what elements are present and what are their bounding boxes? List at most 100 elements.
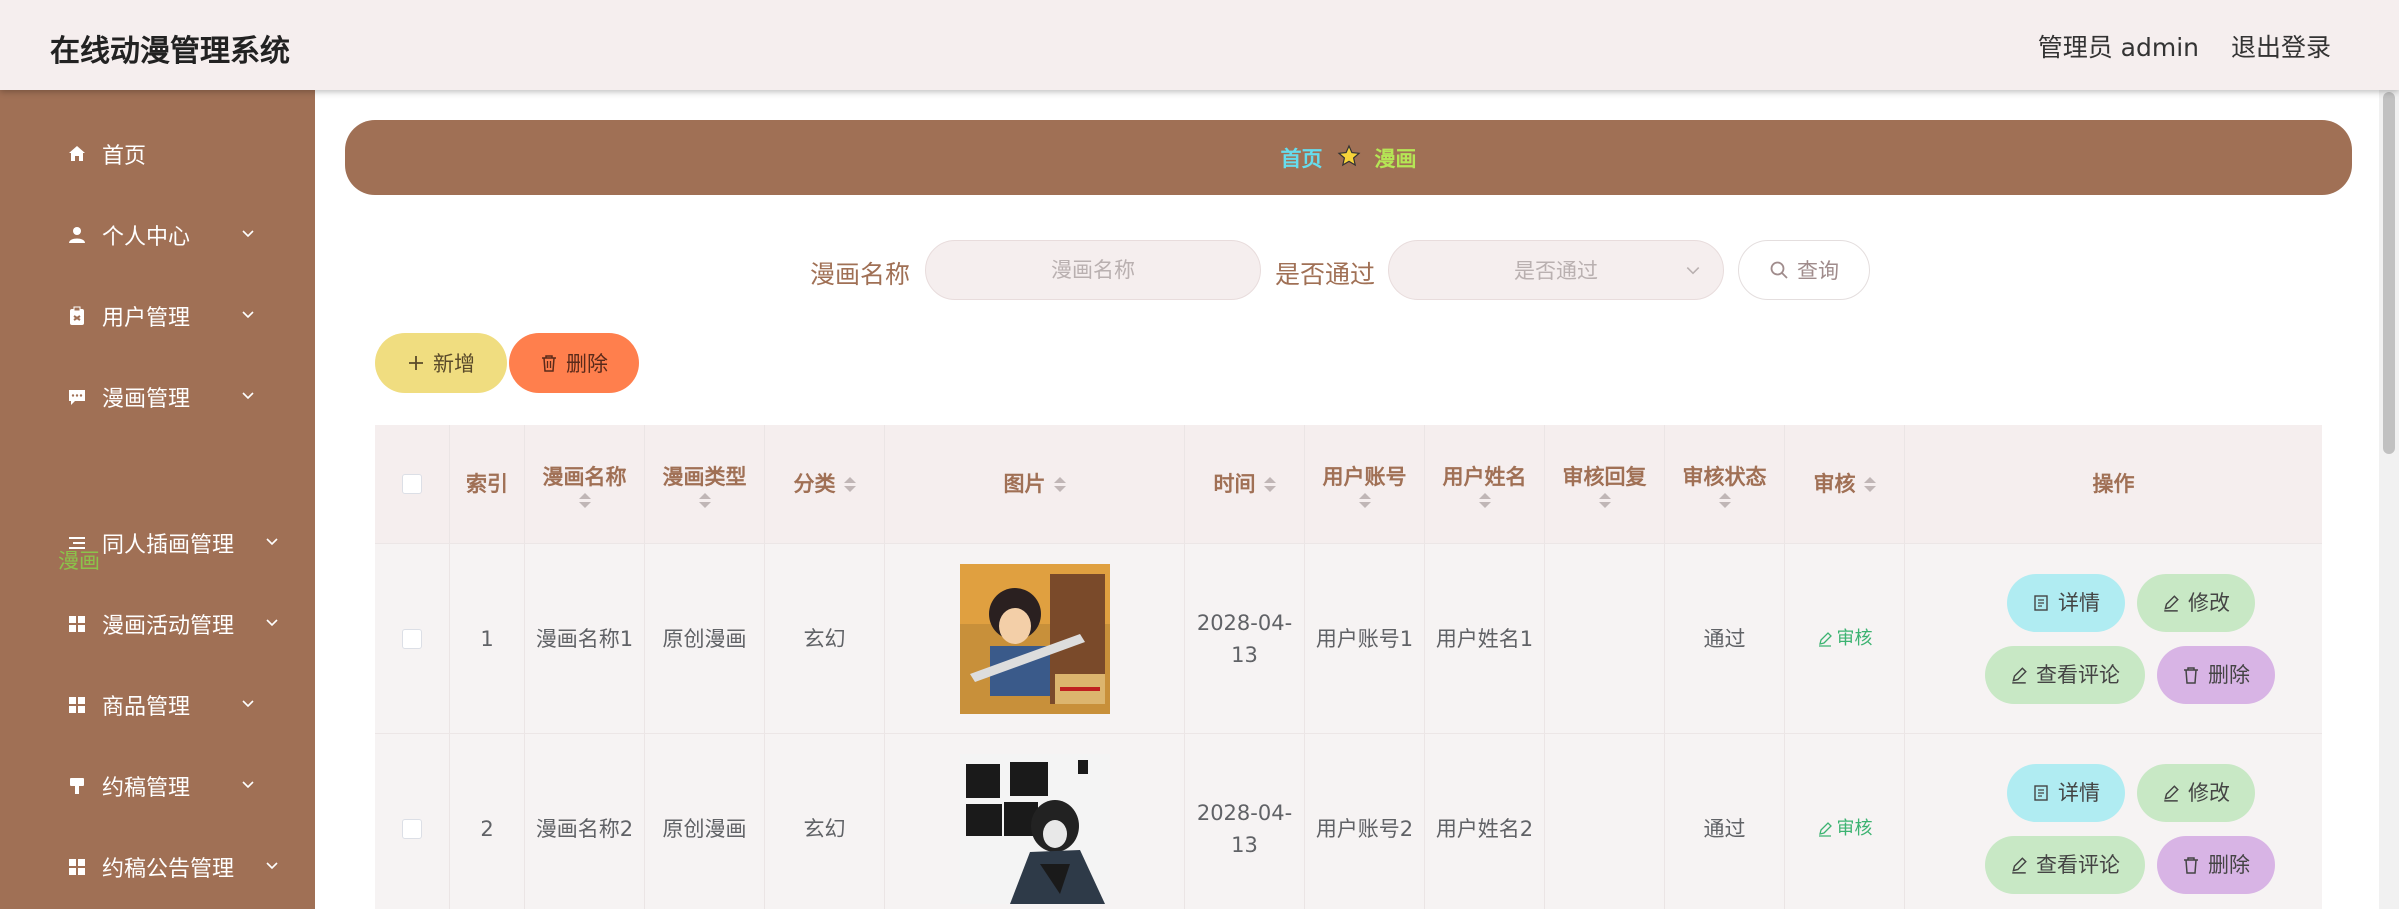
header-account[interactable]: 用户账号	[1305, 425, 1425, 543]
pen-icon	[1818, 821, 1832, 837]
header-comic-name[interactable]: 漫画名称	[525, 425, 645, 543]
sidebar-item-comics[interactable]: 漫画管理	[0, 367, 315, 427]
pen-icon	[2164, 595, 2179, 612]
chat-icon	[66, 386, 88, 408]
pass-select[interactable]: 是否通过	[1388, 240, 1724, 300]
comment-label: 查看评论	[2036, 663, 2120, 687]
audit-link[interactable]: 审核	[1817, 813, 1873, 845]
user-icon	[66, 224, 88, 246]
sort-icon[interactable]	[1263, 476, 1276, 492]
sidebar-item-fan-art[interactable]: 同人插画管理	[0, 513, 315, 573]
pen-icon	[1818, 631, 1832, 647]
grid-icon	[66, 856, 88, 878]
header-audit-status[interactable]: 审核状态	[1665, 425, 1785, 543]
breadcrumb-home[interactable]: 首页	[1281, 143, 1323, 173]
sidebar: 首页 个人中心 用户管理 漫画管理 漫画 同人插画管理 漫画活动管理 商品管理 …	[0, 90, 315, 909]
batch-delete-button[interactable]: 删除	[509, 333, 639, 393]
sort-icon[interactable]	[698, 492, 711, 508]
top-header: 在线动漫管理系统 管理员 admin 退出登录	[0, 0, 2399, 90]
sort-icon[interactable]	[843, 476, 856, 492]
audit-label: 审核	[1836, 627, 1873, 649]
sort-icon[interactable]	[578, 492, 591, 508]
grid-icon	[66, 613, 88, 635]
pen-icon	[2164, 785, 2179, 802]
cell-image	[885, 544, 1185, 733]
table-header: 索引 漫画名称 漫画类型 分类 图片 时间 用户账号 用户姓名 审核回复 审核状…	[375, 425, 2322, 543]
chevron-down-icon	[266, 538, 278, 546]
logout-link[interactable]: 退出登录	[2231, 28, 2331, 64]
sidebar-item-label: 约稿管理	[102, 776, 191, 801]
sidebar-item-label: 漫画管理	[102, 387, 191, 412]
trash-icon	[2184, 667, 2198, 684]
header-label: 分类	[793, 472, 836, 496]
view-comments-button[interactable]: 查看评论	[1985, 836, 2145, 894]
sidebar-item-personal[interactable]: 个人中心	[0, 205, 315, 265]
add-button[interactable]: 新增	[375, 333, 507, 393]
sort-icon[interactable]	[1358, 492, 1371, 508]
chevron-down-icon	[242, 230, 254, 238]
header-label: 漫画类型	[662, 464, 747, 489]
sidebar-item-home[interactable]: 首页	[0, 124, 315, 184]
sort-icon[interactable]	[1598, 492, 1611, 508]
header-username[interactable]: 用户姓名	[1425, 425, 1545, 543]
cell-index: 1	[450, 544, 525, 733]
header-operations: 操作	[1905, 425, 2322, 543]
sidebar-item-users[interactable]: 用户管理	[0, 286, 315, 346]
scrollbar-thumb[interactable]	[2383, 92, 2395, 454]
header-label: 审核状态	[1682, 464, 1767, 489]
sidebar-item-commission-notices[interactable]: 约稿公告管理	[0, 837, 315, 897]
comic-cover-image[interactable]	[959, 753, 1110, 904]
detail-label: 详情	[2058, 781, 2100, 805]
sidebar-item-label: 约稿公告管理	[102, 857, 235, 882]
sort-icon[interactable]	[1863, 476, 1876, 492]
brush-icon	[66, 775, 88, 797]
comic-cover-image[interactable]	[959, 563, 1110, 714]
cell-text: 漫画名称1	[535, 626, 634, 651]
header-label: 索引	[466, 472, 508, 496]
sidebar-item-commissions[interactable]: 约稿管理	[0, 756, 315, 816]
cell-account: 用户账号1	[1305, 544, 1425, 733]
row-checkbox[interactable]	[402, 818, 422, 839]
sort-icon[interactable]	[1718, 492, 1731, 508]
header-label: 图片	[1003, 472, 1046, 496]
header-comic-type[interactable]: 漫画类型	[645, 425, 765, 543]
cell-text: 用户账号1	[1315, 626, 1414, 651]
pen-icon	[2012, 857, 2027, 874]
sidebar-item-label: 首页	[102, 144, 147, 169]
plus-icon	[409, 356, 423, 370]
sidebar-item-label: 用户管理	[102, 306, 191, 331]
edit-button[interactable]: 修改	[2137, 574, 2255, 632]
current-user: 管理员 admin	[2037, 33, 2199, 62]
table-row: 2 漫画名称2 原创漫画 玄幻 2028-04-13 用户账号2 用户姓名2 通…	[375, 733, 2322, 909]
row-checkbox[interactable]	[402, 628, 422, 649]
audit-link[interactable]: 审核	[1817, 623, 1873, 655]
row-delete-button[interactable]: 删除	[2157, 836, 2275, 894]
pen-icon	[2012, 667, 2027, 684]
comic-name-input[interactable]	[925, 240, 1261, 300]
delete-label: 删除	[566, 352, 608, 376]
select-all-checkbox[interactable]	[402, 474, 422, 494]
sidebar-item-events[interactable]: 漫画活动管理	[0, 594, 315, 654]
view-comments-button[interactable]: 查看评论	[1985, 646, 2145, 704]
header-label: 审核	[1813, 472, 1856, 496]
header-audit-reply[interactable]: 审核回复	[1545, 425, 1665, 543]
header-audit[interactable]: 审核	[1785, 425, 1905, 543]
edit-label: 修改	[2188, 781, 2230, 805]
header-time[interactable]: 时间	[1185, 425, 1305, 543]
sort-icon[interactable]	[1478, 492, 1491, 508]
query-button[interactable]: 查询	[1738, 240, 1870, 300]
detail-button[interactable]: 详情	[2007, 574, 2125, 632]
header-category[interactable]: 分类	[765, 425, 885, 543]
cell-time: 2028-04-13	[1185, 544, 1305, 733]
document-icon	[2034, 595, 2048, 611]
document-icon	[2034, 785, 2048, 801]
sidebar-item-products[interactable]: 商品管理	[0, 675, 315, 735]
edit-button[interactable]: 修改	[2137, 764, 2255, 822]
sort-icon[interactable]	[1053, 476, 1066, 492]
header-index[interactable]: 索引	[450, 425, 525, 543]
breadcrumb: 首页 漫画	[345, 120, 2352, 195]
row-delete-button[interactable]: 删除	[2157, 646, 2275, 704]
cell-audit-reply	[1545, 734, 1665, 909]
detail-button[interactable]: 详情	[2007, 764, 2125, 822]
header-image[interactable]: 图片	[885, 425, 1185, 543]
